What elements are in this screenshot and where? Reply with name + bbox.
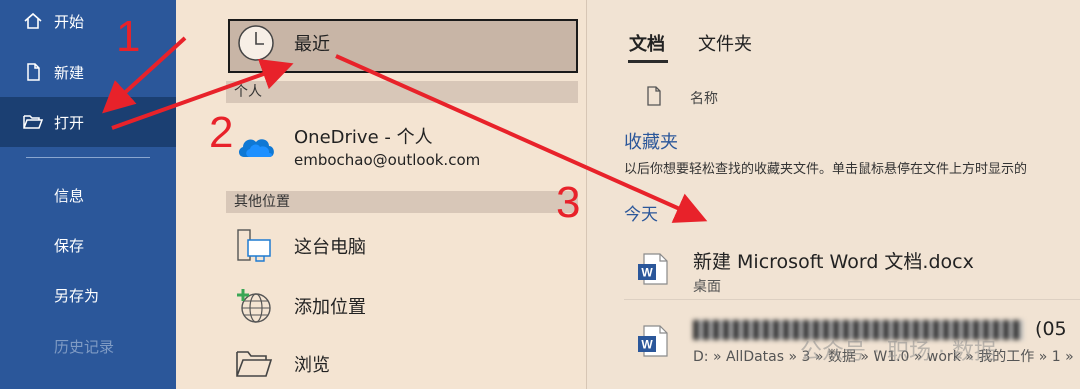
svg-text:W: W [641, 266, 653, 280]
today-title: 今天 [624, 205, 658, 225]
word-file-icon: W [636, 252, 670, 290]
nav-open-label: 打开 [54, 113, 85, 132]
other-locations-header: 其他位置 [226, 191, 578, 213]
add-place-location[interactable]: 添加位置 [234, 286, 366, 326]
onedrive-label: OneDrive - 个人 [294, 127, 433, 148]
recent-label: 最近 [294, 34, 330, 55]
name-column-header[interactable]: 名称 [690, 88, 718, 108]
browse-label: 浏览 [294, 355, 330, 376]
file-name: 新建 Microsoft Word 文档.docx [693, 251, 974, 273]
word-file-icon: W [636, 324, 670, 362]
nav-history: 历史记录 [54, 338, 115, 356]
file-name-tail: (05 [1035, 318, 1067, 340]
onedrive-account: embochao@outlook.com [294, 151, 481, 169]
file-row[interactable]: W 新建 Microsoft Word 文档.docx 桌面 [624, 238, 1080, 300]
nav-open[interactable]: 打开 [0, 97, 176, 147]
nav-new-label: 新建 [54, 63, 85, 82]
home-icon [22, 10, 44, 32]
tab-documents-underline [628, 60, 668, 63]
personal-header: 个人 [226, 81, 578, 103]
sidebar-divider [26, 157, 150, 158]
favorites-description: 以后你想要轻松查找的收藏夹文件。单击鼠标悬停在文件上方时显示的 [624, 162, 1028, 177]
browse-folder-icon [234, 346, 274, 382]
this-pc-location[interactable]: 这台电脑 [234, 226, 366, 266]
new-document-icon [22, 61, 44, 83]
nav-home[interactable]: 开始 [0, 0, 176, 46]
nav-save[interactable]: 保存 [54, 235, 84, 256]
file-column-icon [646, 86, 662, 106]
onedrive-cloud-icon [236, 131, 276, 161]
add-place-label: 添加位置 [294, 297, 366, 318]
nav-home-label: 开始 [54, 12, 85, 31]
open-folder-icon [22, 111, 44, 133]
watermark: 公众号 · 职场 · 数据 [800, 340, 996, 365]
sidebar: 开始 新建 打开 信息 保存 另存为 历史记录 [0, 0, 176, 389]
onedrive-text: OneDrive - 个人 embochao@outlook.com [294, 123, 480, 169]
file-location: 桌面 [693, 279, 721, 295]
recent-item[interactable]: 最近 [236, 23, 330, 63]
nav-save-as[interactable]: 另存为 [54, 285, 99, 306]
svg-text:W: W [641, 338, 653, 352]
clock-icon [236, 23, 276, 63]
computer-icon [234, 226, 274, 266]
this-pc-label: 这台电脑 [294, 237, 366, 258]
browse-location[interactable]: 浏览 [234, 346, 330, 382]
add-place-globe-icon [234, 286, 274, 326]
tab-folders[interactable]: 文件夹 [698, 30, 752, 56]
nav-new[interactable]: 新建 [0, 47, 176, 97]
annotation-number-3: 3 [556, 178, 581, 227]
annotation-number-2: 2 [209, 108, 234, 157]
nav-info[interactable]: 信息 [54, 185, 84, 206]
onedrive-location[interactable]: OneDrive - 个人 embochao@outlook.com [236, 123, 480, 169]
favorites-title: 收藏夹 [624, 132, 678, 153]
annotation-number-1: 1 [116, 12, 141, 61]
tab-documents[interactable]: 文档 [629, 30, 665, 56]
